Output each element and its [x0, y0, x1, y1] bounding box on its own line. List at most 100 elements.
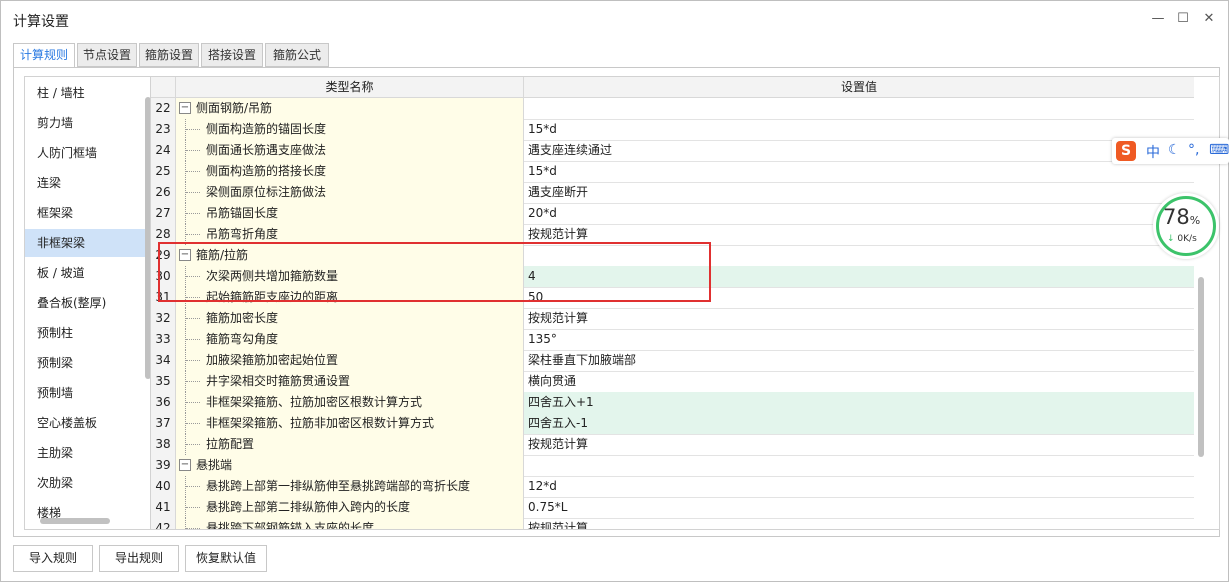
sidebar-item-shear-wall[interactable]: 剪力墙 — [25, 109, 153, 137]
table-row[interactable]: 36 非框架梁箍筋、拉筋加密区根数计算方式 四舍五入+1 — [151, 392, 1194, 414]
row-value-cell[interactable]: 12*d — [524, 476, 1194, 497]
row-value-cell[interactable]: 15*d — [524, 119, 1194, 140]
row-value-cell[interactable]: 梁柱垂直下加腋端部 — [524, 350, 1194, 371]
table-row[interactable]: 27 吊筋锚固长度 20*d — [151, 203, 1194, 225]
sidebar-horizontal-scrollbar[interactable] — [40, 518, 110, 524]
row-number: 27 — [151, 203, 176, 224]
download-rate: ↓ 0K/s — [1167, 234, 1197, 244]
minimize-button[interactable]: — — [1147, 9, 1169, 29]
sidebar-item-precast-beam[interactable]: 预制梁 — [25, 349, 153, 377]
window-title: 计算设置 — [13, 14, 69, 30]
row-value-cell[interactable] — [524, 455, 1194, 476]
table-row[interactable]: 42 悬挑跨下部钢筋锚入支座的长度 按规范计算 — [151, 518, 1194, 530]
row-number: 41 — [151, 497, 176, 518]
row-name-cell: 梁侧面原位标注筋做法 — [176, 182, 524, 203]
row-name-cell: 悬挑跨上部第一排纵筋伸至悬挑跨端部的弯折长度 — [176, 476, 524, 497]
row-value-cell[interactable]: 按规范计算 — [524, 518, 1194, 529]
tab-node-settings[interactable]: 节点设置 — [77, 43, 137, 67]
row-value-cell[interactable]: 20*d — [524, 203, 1194, 224]
item-label: 侧面通长筋遇支座做法 — [206, 143, 327, 157]
row-value-cell[interactable]: 横向贯通 — [524, 371, 1194, 392]
row-value-cell[interactable]: 0.75*L — [524, 497, 1194, 518]
row-number: 40 — [151, 476, 176, 497]
item-label: 悬挑跨上部第二排纵筋伸入跨内的长度 — [206, 500, 411, 514]
import-rules-button[interactable]: 导入规则 — [13, 545, 93, 572]
sidebar-item-non-frame-beam[interactable]: 非框架梁 — [25, 229, 153, 257]
row-number: 22 — [151, 98, 176, 119]
network-speed-widget[interactable]: 78% ↓ 0K/s — [1153, 193, 1219, 259]
close-button[interactable]: ✕ — [1198, 9, 1220, 29]
grid-vertical-scrollbar[interactable] — [1198, 277, 1204, 457]
row-name-cell: 拉筋配置 — [176, 434, 524, 455]
row-value-cell[interactable]: 135° — [524, 329, 1194, 350]
table-row[interactable]: 39 − 悬挑端 — [151, 455, 1194, 477]
item-label: 非框架梁箍筋、拉筋非加密区根数计算方式 — [206, 416, 435, 430]
collapse-icon[interactable]: − — [179, 102, 191, 114]
table-row[interactable]: 32 箍筋加密长度 按规范计算 — [151, 308, 1194, 330]
row-value-cell[interactable] — [524, 98, 1194, 119]
row-name-cell: 箍筋弯勾角度 — [176, 329, 524, 350]
item-label: 悬挑跨下部钢筋锚入支座的长度 — [206, 521, 375, 530]
sidebar-item-precast-column[interactable]: 预制柱 — [25, 319, 153, 347]
sidebar-item-secondary-rib-beam[interactable]: 次肋梁 — [25, 469, 153, 497]
item-label: 井字梁相交时箍筋贯通设置 — [206, 374, 351, 388]
keyboard-icon[interactable]: ⌨ — [1209, 142, 1229, 158]
row-name-cell: 悬挑跨上部第二排纵筋伸入跨内的长度 — [176, 497, 524, 518]
sidebar-item-coupling-beam[interactable]: 连梁 — [25, 169, 153, 197]
row-value-cell[interactable]: 四舍五入-1 — [524, 413, 1194, 434]
ime-toolbar[interactable]: S 中 ☾ °, ⌨ — [1112, 138, 1229, 164]
sidebar-item-column[interactable]: 柱 / 墙柱 — [25, 79, 153, 107]
restore-defaults-button[interactable]: 恢复默认值 — [185, 545, 267, 572]
item-label: 侧面构造筋的搭接长度 — [206, 164, 327, 178]
table-row[interactable]: 37 非框架梁箍筋、拉筋非加密区根数计算方式 四舍五入-1 — [151, 413, 1194, 435]
row-number: 34 — [151, 350, 176, 371]
table-row[interactable]: 26 梁侧面原位标注筋做法 遇支座断开 — [151, 182, 1194, 204]
tab-stirrup-formula[interactable]: 箍筋公式 — [265, 43, 329, 67]
calc-settings-window: 计算设置 — ☐ ✕ 计算规则 节点设置 箍筋设置 搭接设置 箍筋公式 柱 / … — [0, 0, 1229, 582]
tab-lap-settings[interactable]: 搭接设置 — [201, 43, 263, 67]
row-value-cell[interactable]: 遇支座断开 — [524, 182, 1194, 203]
item-label: 梁侧面原位标注筋做法 — [206, 185, 327, 199]
tab-stirrup-settings[interactable]: 箍筋设置 — [139, 43, 199, 67]
sidebar-item-hollow-floor[interactable]: 空心楼盖板 — [25, 409, 153, 437]
item-label: 拉筋配置 — [206, 437, 255, 451]
table-row[interactable]: 23 侧面构造筋的锚固长度 15*d — [151, 119, 1194, 141]
ime-chinese-mode[interactable]: 中 — [1146, 142, 1160, 162]
row-number: 32 — [151, 308, 176, 329]
component-list: 柱 / 墙柱 剪力墙 人防门框墙 连梁 框架梁 非框架梁 板 / 坡道 叠合板(… — [24, 76, 156, 530]
moon-icon[interactable]: ☾ — [1168, 142, 1181, 158]
row-number: 23 — [151, 119, 176, 140]
row-value-cell[interactable]: 四舍五入+1 — [524, 392, 1194, 413]
tab-calc-rules[interactable]: 计算规则 — [13, 43, 75, 68]
row-name-cell: 箍筋加密长度 — [176, 308, 524, 329]
header-type-name: 类型名称 — [176, 77, 524, 97]
group-label: 侧面钢筋/吊筋 — [196, 101, 273, 115]
row-name-cell: 吊筋锚固长度 — [176, 203, 524, 224]
table-row[interactable]: 24 侧面通长筋遇支座做法 遇支座连续通过 — [151, 140, 1194, 162]
table-row[interactable]: 25 侧面构造筋的搭接长度 15*d — [151, 161, 1194, 183]
sidebar-item-precast-wall[interactable]: 预制墙 — [25, 379, 153, 407]
collapse-icon[interactable]: − — [179, 459, 191, 471]
table-row[interactable]: 40 悬挑跨上部第一排纵筋伸至悬挑跨端部的弯折长度 12*d — [151, 476, 1194, 498]
table-row[interactable]: 22 − 侧面钢筋/吊筋 — [151, 98, 1194, 120]
sidebar-item-main-rib-beam[interactable]: 主肋梁 — [25, 439, 153, 467]
table-row[interactable]: 41 悬挑跨上部第二排纵筋伸入跨内的长度 0.75*L — [151, 497, 1194, 519]
export-rules-button[interactable]: 导出规则 — [99, 545, 179, 572]
table-row[interactable]: 33 箍筋弯勾角度 135° — [151, 329, 1194, 351]
sidebar-item-frame-beam[interactable]: 框架梁 — [25, 199, 153, 227]
table-row[interactable]: 38 拉筋配置 按规范计算 — [151, 434, 1194, 456]
row-value-cell[interactable]: 按规范计算 — [524, 434, 1194, 455]
sidebar-item-slab-ramp[interactable]: 板 / 坡道 — [25, 259, 153, 287]
sidebar-item-civil-defense-wall[interactable]: 人防门框墙 — [25, 139, 153, 167]
row-value-cell[interactable]: 按规范计算 — [524, 308, 1194, 329]
sogou-logo-icon: S — [1116, 141, 1136, 161]
punctuation-icon[interactable]: °, — [1188, 142, 1199, 158]
sidebar-item-composite-slab[interactable]: 叠合板(整厚) — [25, 289, 153, 317]
row-name-cell: 加腋梁箍筋加密起始位置 — [176, 350, 524, 371]
row-value-cell[interactable]: 遇支座连续通过 — [524, 140, 1194, 161]
row-value-cell[interactable]: 15*d — [524, 161, 1194, 182]
table-row[interactable]: 35 井字梁相交时箍筋贯通设置 横向贯通 — [151, 371, 1194, 393]
table-row[interactable]: 34 加腋梁箍筋加密起始位置 梁柱垂直下加腋端部 — [151, 350, 1194, 372]
row-name-cell: 侧面构造筋的锚固长度 — [176, 119, 524, 140]
maximize-button[interactable]: ☐ — [1172, 9, 1194, 29]
